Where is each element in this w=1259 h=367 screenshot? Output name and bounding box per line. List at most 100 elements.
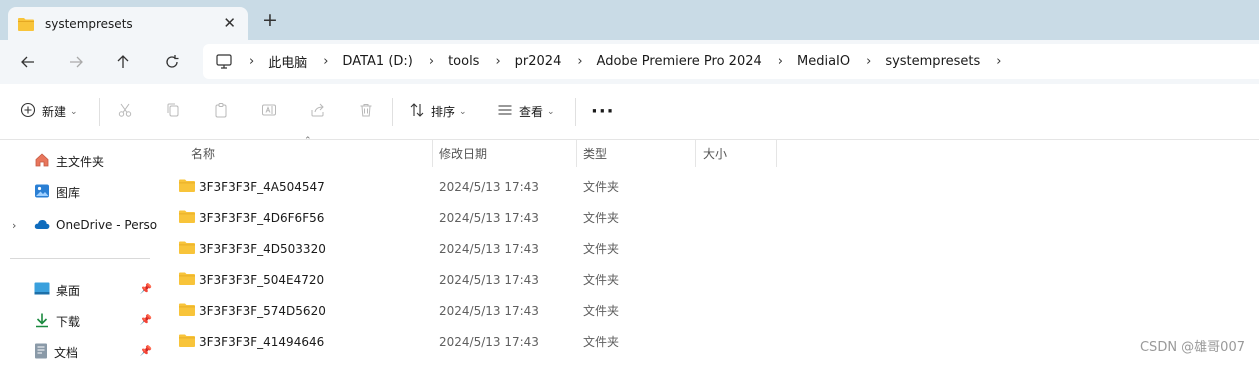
column-header-name[interactable]: 名称 xyxy=(191,140,215,167)
pin-icon[interactable]: 📌 xyxy=(140,346,152,357)
copy-icon xyxy=(165,102,181,121)
view-button[interactable]: 查看 ⌄ xyxy=(497,84,555,139)
breadcrumb-systempresets[interactable]: systempresets xyxy=(885,54,980,69)
sidebar-item-label: 桌面 xyxy=(56,283,81,298)
column-header-type[interactable]: 类型 xyxy=(583,140,607,167)
column-divider[interactable] xyxy=(695,140,696,167)
file-date: 2024/5/13 17:43 xyxy=(439,210,539,225)
sidebar-item-downloads[interactable]: 下载 📌 xyxy=(0,306,160,336)
more-options-button[interactable]: ··· xyxy=(591,84,615,139)
address-bar[interactable]: › 此电脑 › DATA1 (D:) › tools › pr2024 › Ad… xyxy=(203,44,1259,79)
file-name: 3F3F3F3F_4D6F6F56 xyxy=(199,210,325,225)
file-type: 文件夹 xyxy=(583,304,620,318)
watermark: CSDN @雄哥007 xyxy=(1139,340,1245,355)
new-button[interactable]: 新建 ⌄ xyxy=(20,84,78,139)
new-tab-icon[interactable]: + xyxy=(262,10,278,30)
refresh-icon[interactable] xyxy=(160,50,184,74)
sidebar-item-home[interactable]: 主文件夹 xyxy=(0,146,160,176)
breadcrumb-this-pc[interactable]: 此电脑 xyxy=(268,52,307,71)
pin-icon[interactable]: 📌 xyxy=(140,315,152,326)
breadcrumb-separator[interactable]: › xyxy=(866,54,871,69)
paste-button[interactable] xyxy=(213,84,229,139)
sidebar-item-label: OneDrive - Perso xyxy=(56,218,158,232)
table-row[interactable]: 3F3F3F3F_4A504547 2024/5/13 17:43 文件夹 xyxy=(160,171,780,202)
chevron-down-icon: ⌄ xyxy=(547,106,555,117)
breadcrumb-separator[interactable]: › xyxy=(996,54,1001,69)
desktop-icon xyxy=(34,282,50,299)
breadcrumb-separator[interactable]: › xyxy=(249,54,254,69)
tab-title: systempresets xyxy=(45,16,133,31)
table-row[interactable]: 3F3F3F3F_504E4720 2024/5/13 17:43 文件夹 xyxy=(160,264,780,295)
column-divider[interactable] xyxy=(432,140,433,167)
sidebar-item-desktop[interactable]: 桌面 📌 xyxy=(0,275,160,305)
up-icon[interactable] xyxy=(111,50,135,74)
sidebar-item-label: 下载 xyxy=(56,314,81,329)
breadcrumb-pr2024[interactable]: pr2024 xyxy=(515,54,562,69)
file-name: 3F3F3F3F_504E4720 xyxy=(199,272,325,287)
add-circle-icon xyxy=(20,102,36,121)
breadcrumb-separator[interactable]: › xyxy=(495,54,500,69)
clipboard-icon xyxy=(213,102,229,121)
rename-button[interactable] xyxy=(261,84,277,139)
column-header-size-label: 大小 xyxy=(703,147,728,161)
delete-button[interactable] xyxy=(358,84,374,139)
file-name: 3F3F3F3F_4A504547 xyxy=(199,179,325,194)
forward-icon[interactable] xyxy=(64,50,88,74)
table-row[interactable]: 3F3F3F3F_574D5620 2024/5/13 17:43 文件夹 xyxy=(160,295,780,326)
divider xyxy=(575,98,576,126)
new-label: 新建 xyxy=(42,105,67,119)
table-row[interactable]: 3F3F3F3F_4D6F6F56 2024/5/13 17:43 文件夹 xyxy=(160,202,780,233)
column-header-date[interactable]: 修改日期 xyxy=(439,140,487,167)
sidebar-item-gallery[interactable]: 图库 xyxy=(0,177,160,207)
back-icon[interactable] xyxy=(16,50,40,74)
file-name: 3F3F3F3F_41494646 xyxy=(199,334,325,349)
breadcrumb-separator[interactable]: › xyxy=(778,54,783,69)
share-button[interactable] xyxy=(310,84,326,139)
sidebar-item-label: 图库 xyxy=(56,185,81,200)
breadcrumb-separator[interactable]: › xyxy=(577,54,582,69)
breadcrumb-data1[interactable]: DATA1 (D:) xyxy=(342,54,412,69)
column-divider[interactable] xyxy=(776,140,777,167)
sort-button[interactable]: 排序 ⌄ xyxy=(409,84,467,139)
command-bar: 新建 ⌄ 排序 ⌄ 查看 ⌄ ··· xyxy=(0,84,1259,140)
folder-icon xyxy=(179,210,195,223)
sidebar-item-onedrive[interactable]: › OneDrive - Perso xyxy=(0,210,160,240)
gallery-icon xyxy=(34,183,50,202)
sort-ascending-icon: ⌃ xyxy=(304,136,312,146)
sidebar-divider xyxy=(10,258,150,259)
copy-button[interactable] xyxy=(165,84,181,139)
download-icon xyxy=(34,312,50,331)
tab-systempresets[interactable]: systempresets ✕ xyxy=(8,7,248,40)
file-type: 文件夹 xyxy=(583,211,620,225)
column-divider[interactable] xyxy=(576,140,577,167)
computer-icon xyxy=(215,53,233,71)
rename-icon xyxy=(261,102,277,121)
pin-icon[interactable]: 📌 xyxy=(140,284,152,295)
file-type: 文件夹 xyxy=(583,335,620,349)
folder-icon xyxy=(179,334,195,347)
close-tab-icon[interactable]: ✕ xyxy=(223,15,236,31)
breadcrumb-separator[interactable]: › xyxy=(323,54,328,69)
breadcrumb-tools[interactable]: tools xyxy=(448,54,479,69)
title-bar: systempresets ✕ + xyxy=(0,0,1259,40)
column-header-size[interactable]: 大小 xyxy=(703,140,727,167)
cloud-icon xyxy=(34,218,50,233)
folder-icon xyxy=(179,303,195,316)
folder-icon xyxy=(179,272,195,285)
column-header-name-label: 名称 xyxy=(191,147,216,161)
column-header-type-label: 类型 xyxy=(583,147,608,161)
file-date: 2024/5/13 17:43 xyxy=(439,272,539,287)
chevron-right-icon[interactable]: › xyxy=(12,219,16,232)
breadcrumb-premiere[interactable]: Adobe Premiere Pro 2024 xyxy=(597,54,762,69)
table-row[interactable]: 3F3F3F3F_4D503320 2024/5/13 17:43 文件夹 xyxy=(160,233,780,264)
divider xyxy=(99,98,100,126)
cut-button[interactable] xyxy=(117,84,133,139)
column-header-date-label: 修改日期 xyxy=(439,147,488,161)
breadcrumb-separator[interactable]: › xyxy=(429,54,434,69)
home-icon xyxy=(34,152,50,171)
table-row[interactable]: 3F3F3F3F_41494646 2024/5/13 17:43 文件夹 xyxy=(160,326,780,357)
file-date: 2024/5/13 17:43 xyxy=(439,241,539,256)
breadcrumb-mediaio[interactable]: MediaIO xyxy=(797,54,850,69)
file-name: 3F3F3F3F_574D5620 xyxy=(199,303,326,318)
folder-icon xyxy=(18,17,34,31)
